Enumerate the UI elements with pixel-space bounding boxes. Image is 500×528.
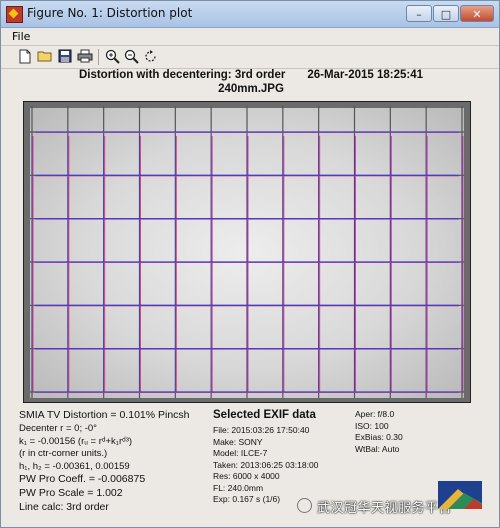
r-units-note: (r in ctr-corner units.) — [19, 448, 108, 459]
line-calc: Line calc: 3rd order — [19, 501, 109, 513]
title-bar[interactable]: Figure No. 1: Distortion plot – □ ✕ — [1, 1, 499, 28]
exif-model: Model: ILCE-7 — [213, 448, 268, 458]
toolbar-separator — [98, 49, 99, 65]
imatest-logo — [438, 481, 482, 509]
open-icon[interactable] — [37, 49, 53, 65]
exif-fl: FL: 240.0mm — [213, 482, 264, 493]
exif-res: Res: 6000 x 4000 — [213, 471, 280, 481]
h-values: h₁, h₂ = -0.00361, 0.00159 — [19, 460, 130, 472]
close-button[interactable]: ✕ — [460, 5, 494, 22]
exif-panel: Selected EXIF data File: 2015:03:26 17:5… — [213, 409, 353, 506]
distortion-grid — [30, 106, 464, 398]
exif-taken: Taken: 2013:06:25 03:18:00 — [213, 459, 319, 470]
new-icon[interactable] — [17, 49, 33, 65]
minimize-button[interactable]: – — [406, 5, 432, 22]
print-icon[interactable] — [77, 49, 93, 65]
pw-pro-scale: PW Pro Scale = 1.002 — [19, 487, 123, 499]
exif-make: Make: SONY — [213, 436, 263, 447]
save-icon[interactable] — [57, 49, 73, 65]
smia-distortion: SMIA TV Distortion = 0.101% Pincsh — [19, 409, 190, 421]
watermark-text: 武汉冠华天视服务平台 — [317, 501, 453, 516]
distortion-results-panel: SMIA TV Distortion = 0.101% Pincsh Decen… — [19, 409, 209, 515]
maximize-button[interactable]: □ — [433, 5, 459, 22]
zoom-in-icon[interactable] — [104, 49, 120, 65]
figure-window: Figure No. 1: Distortion plot – □ ✕ File — [0, 0, 500, 528]
pw-pro-coeff: PW Pro Coeff. = -0.006875 — [19, 473, 146, 485]
exif-exbias: ExBias: 0.30 — [355, 432, 403, 442]
matlab-app-icon — [6, 6, 23, 23]
wechat-icon — [297, 498, 312, 513]
exif-panel-right: Aper: f/8.0 ISO: 100 ExBias: 0.30 WtBal:… — [355, 409, 495, 455]
rotate-icon[interactable] — [142, 49, 158, 65]
exif-header: Selected EXIF data — [213, 409, 316, 421]
window-title: Figure No. 1: Distortion plot — [27, 6, 193, 20]
toolbar — [1, 46, 499, 69]
plot-title-main: Distortion with decentering: 3rd order — [78, 69, 286, 81]
plot-title-date: 26-Mar-2015 18:25:41 — [307, 69, 424, 81]
exif-iso: ISO: 100 — [355, 420, 389, 431]
menu-file[interactable]: File — [12, 30, 30, 43]
exif-wtbal: WtBal: Auto — [355, 443, 400, 454]
distortion-plot-axes[interactable] — [23, 101, 471, 403]
plot-title-filename: 240mm.JPG — [218, 83, 284, 95]
exif-aper: Aper: f/8.0 — [355, 409, 395, 419]
exif-file: File: 2015:03:26 17:50:40 — [213, 425, 310, 435]
decenter-value: Decenter r = 0; -0° — [19, 423, 97, 434]
zoom-out-icon[interactable] — [123, 49, 139, 65]
plot-title-line1: Distortion with decentering: 3rd order 26… — [1, 69, 500, 81]
menu-bar: File — [1, 28, 499, 46]
k1-value: k₁ = -0.00156 (rᵤ = rᵈ+k₁rᵈ³) — [19, 435, 133, 447]
